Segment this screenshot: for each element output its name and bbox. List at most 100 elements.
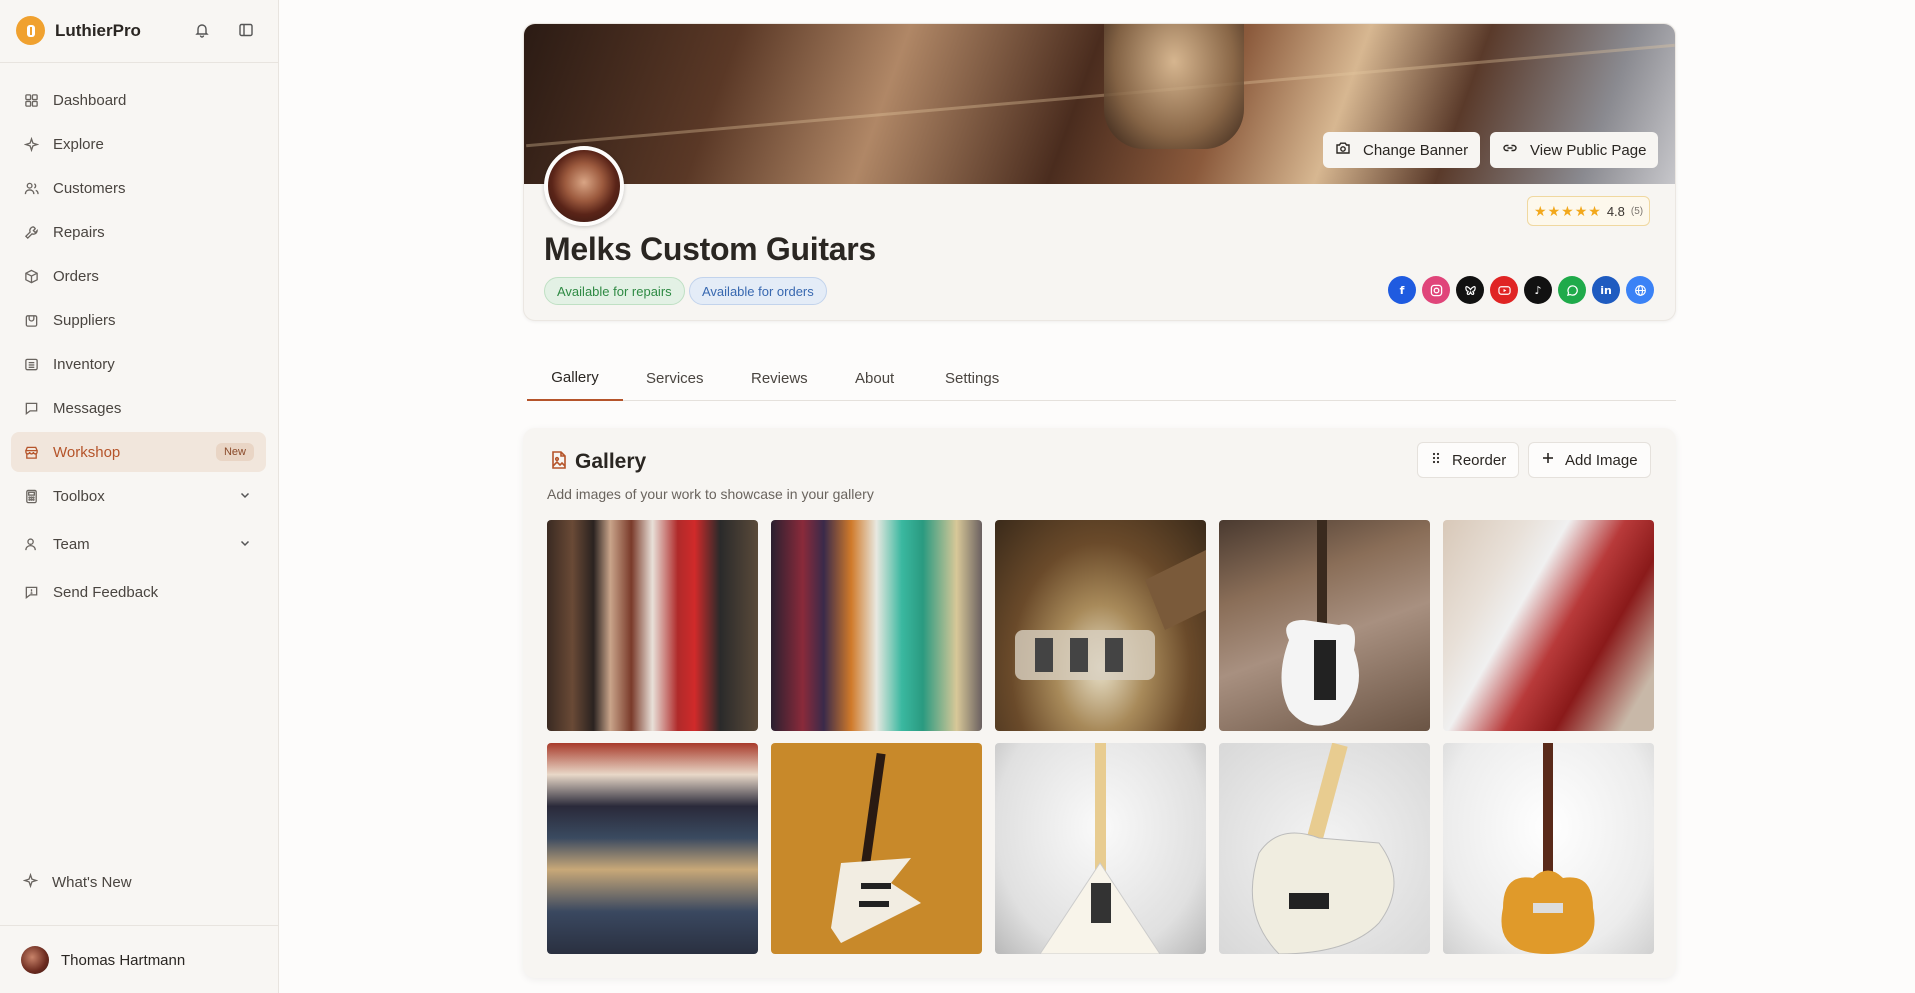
status-badge-repairs: Available for repairs xyxy=(544,277,685,305)
page-title: Melks Custom Guitars xyxy=(544,231,876,267)
tab-gallery[interactable]: Gallery xyxy=(527,356,623,401)
star-icon: ★ xyxy=(1561,202,1574,219)
gallery-subtitle: Add images of your work to showcase in y… xyxy=(547,486,874,502)
guitar-photo-art xyxy=(1281,520,1359,726)
gallery-image[interactable] xyxy=(1443,520,1654,731)
rating-count: (5) xyxy=(1630,205,1644,217)
sidebar-item-explore[interactable]: Explore xyxy=(11,124,266,164)
sidebar-item-label: Messages xyxy=(53,399,122,417)
gallery-image[interactable] xyxy=(547,520,758,731)
sidebar-item-workshop[interactable]: Workshop New xyxy=(11,432,266,472)
website-icon[interactable] xyxy=(1626,276,1654,304)
tab-services[interactable]: Services xyxy=(646,356,704,401)
dashboard-icon xyxy=(23,92,39,108)
sidebar-nav: Dashboard Explore Customers Repairs Orde… xyxy=(11,80,266,616)
tab-settings[interactable]: Settings xyxy=(945,356,999,401)
instagram-icon[interactable] xyxy=(1422,276,1450,304)
gallery-section: Gallery Add images of your work to showc… xyxy=(523,428,1676,978)
linkedin-icon[interactable]: in xyxy=(1592,276,1620,304)
whatsapp-icon[interactable] xyxy=(1558,276,1586,304)
box-icon xyxy=(23,268,39,284)
sidebar-item-team[interactable]: Team xyxy=(11,524,266,564)
change-banner-label: Change Banner xyxy=(1363,141,1469,159)
sidebar-toggle-icon[interactable] xyxy=(236,20,256,40)
store-icon xyxy=(23,444,39,460)
sidebar-divider xyxy=(0,62,278,63)
bell-icon[interactable] xyxy=(192,20,212,40)
users-icon xyxy=(23,180,39,196)
profile-tabs: Gallery Services Reviews About Settings xyxy=(527,356,1676,401)
sidebar-item-label: Orders xyxy=(53,267,99,285)
sidebar-item-label: Inventory xyxy=(53,355,115,373)
chevron-down-icon[interactable] xyxy=(238,536,252,550)
star-icon: ★ xyxy=(1534,202,1547,219)
gallery-image[interactable] xyxy=(771,520,982,731)
sidebar-item-label: Suppliers xyxy=(53,311,116,329)
sidebar-item-repairs[interactable]: Repairs xyxy=(11,212,266,252)
rating-badge: ★ ★ ★ ★ ★ 4.8 (5) xyxy=(1527,196,1651,226)
user-menu[interactable]: Thomas Hartmann xyxy=(21,946,185,974)
gallery-image[interactable] xyxy=(995,743,1206,954)
tiktok-icon[interactable]: ♪ xyxy=(1524,276,1552,304)
sidebar-item-orders[interactable]: Orders xyxy=(11,256,266,296)
guitar-photo-art xyxy=(1015,550,1206,680)
calculator-icon xyxy=(23,488,39,504)
tab-reviews[interactable]: Reviews xyxy=(751,356,808,401)
sidebar-item-label: Customers xyxy=(53,179,126,197)
inventory-icon xyxy=(23,356,39,372)
sidebar-item-suppliers[interactable]: Suppliers xyxy=(11,300,266,340)
reorder-button[interactable]: Reorder xyxy=(1417,442,1520,478)
bluesky-icon[interactable] xyxy=(1456,276,1484,304)
star-icon: ★ xyxy=(1574,202,1588,219)
sidebar-item-send-feedback[interactable]: Send Feedback xyxy=(11,572,266,612)
sidebar-item-label: Team xyxy=(53,535,90,553)
workshop-profile-card: Change Banner View Public Page ★ ★ ★ ★ ★… xyxy=(523,23,1676,321)
sidebar-item-dashboard[interactable]: Dashboard xyxy=(11,80,266,120)
add-image-button[interactable]: Add Image xyxy=(1528,442,1651,478)
new-badge: New xyxy=(215,443,254,461)
gallery-image[interactable] xyxy=(771,743,982,954)
whats-new-link[interactable]: What's New xyxy=(22,872,132,892)
user-name: Thomas Hartmann xyxy=(61,951,186,969)
change-banner-button[interactable]: Change Banner xyxy=(1323,132,1481,168)
gallery-title: Gallery xyxy=(575,450,647,473)
chevron-down-icon[interactable] xyxy=(238,488,252,502)
guitar-photo-art xyxy=(831,752,921,943)
image-file-icon xyxy=(549,450,569,470)
tab-about[interactable]: About xyxy=(855,356,894,401)
youtube-icon[interactable] xyxy=(1490,276,1518,304)
workshop-avatar[interactable] xyxy=(544,146,624,226)
app-name: LuthierPro xyxy=(55,20,141,40)
gallery-image[interactable] xyxy=(547,743,758,954)
sidebar-item-inventory[interactable]: Inventory xyxy=(11,344,266,384)
sidebar-divider xyxy=(0,925,278,926)
rating-stars: ★ ★ ★ ★ ★ xyxy=(1534,203,1601,220)
view-public-page-button[interactable]: View Public Page xyxy=(1490,132,1659,168)
guitar-photo-art xyxy=(1501,743,1595,954)
star-icon: ★ xyxy=(1547,202,1561,219)
sidebar-item-toolbox[interactable]: Toolbox xyxy=(11,476,266,516)
reorder-label: Reorder xyxy=(1452,451,1507,469)
guitar-photo-art xyxy=(1251,743,1395,954)
facebook-icon[interactable]: f xyxy=(1388,276,1416,304)
drag-handle-icon xyxy=(1430,451,1442,469)
star-icon: ★ xyxy=(1588,202,1601,219)
brand[interactable]: LuthierPro xyxy=(16,16,141,45)
guitar-photo-art xyxy=(1039,743,1161,954)
gallery-image[interactable] xyxy=(1219,743,1430,954)
gallery-image[interactable] xyxy=(1443,743,1654,954)
camera-icon xyxy=(1335,140,1351,160)
gallery-image[interactable] xyxy=(1219,520,1430,731)
sparkle-icon xyxy=(23,136,39,152)
gallery-image[interactable] xyxy=(995,520,1206,731)
sidebar-item-label: Workshop xyxy=(53,443,121,461)
sidebar-item-customers[interactable]: Customers xyxy=(11,168,266,208)
sidebar-item-label: Repairs xyxy=(53,223,105,241)
social-links: f ♪ in xyxy=(1388,276,1654,304)
gallery-grid xyxy=(547,520,1654,954)
sidebar-item-messages[interactable]: Messages xyxy=(11,388,266,428)
add-image-label: Add Image xyxy=(1565,451,1638,469)
view-public-page-label: View Public Page xyxy=(1530,141,1647,159)
link-icon xyxy=(1502,140,1518,160)
plus-icon xyxy=(1541,451,1555,469)
